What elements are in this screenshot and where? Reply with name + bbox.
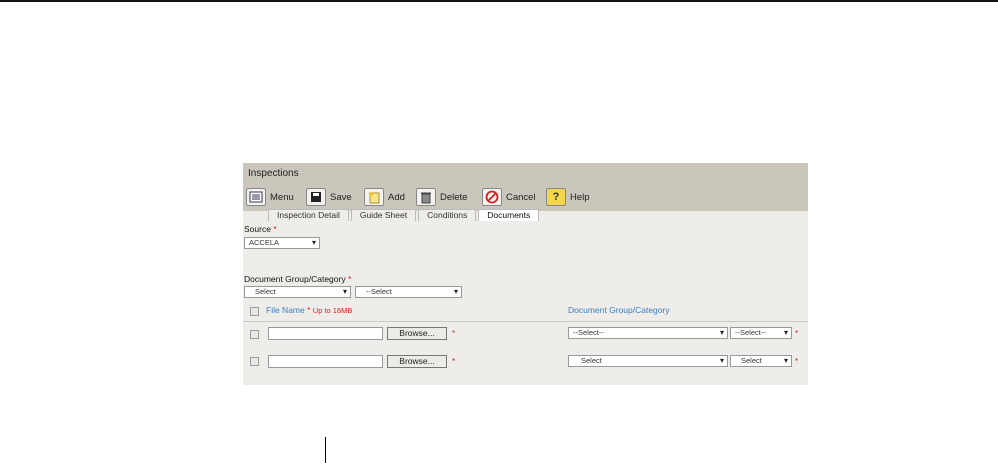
row-group-select[interactable]: Select (568, 355, 728, 367)
table-divider (243, 321, 808, 322)
tab-conditions[interactable]: Conditions (418, 209, 477, 221)
save-icon (306, 188, 326, 206)
category-select[interactable]: --Select (355, 286, 462, 298)
cancel-label: Cancel (506, 191, 536, 203)
help-label: Help (570, 191, 590, 203)
tab-inspection-detail[interactable]: Inspection Detail (268, 209, 349, 221)
cancel-button[interactable]: Cancel (482, 187, 536, 207)
size-limit-note: Up to 16MB (312, 306, 353, 315)
row-category-select[interactable]: Select (730, 355, 792, 367)
browse-button[interactable]: Browse... (387, 355, 447, 368)
file-path-input[interactable] (268, 327, 383, 340)
tab-documents[interactable]: Documents (478, 209, 540, 221)
file-name-header-text: File Name (266, 305, 305, 315)
doc-group-label-text: Document Group/Category (244, 274, 346, 284)
trash-icon (416, 188, 436, 206)
source-label-text: Source (244, 224, 271, 234)
required-mark: * (795, 357, 799, 366)
delete-button[interactable]: Delete (416, 187, 467, 207)
save-button[interactable]: Save (306, 187, 352, 207)
row-checkbox[interactable] (250, 330, 259, 339)
file-name-header: File Name * Up to 16MB (266, 305, 352, 315)
help-button[interactable]: ? Help (546, 187, 590, 207)
browse-button[interactable]: Browse... (387, 327, 447, 340)
tab-strip: Inspection Detail Guide Sheet Conditions… (268, 209, 541, 221)
save-label: Save (330, 191, 352, 203)
required-mark: * (307, 305, 311, 315)
row-category-select[interactable]: --Select-- (730, 327, 792, 339)
toolbar: Menu Save Add Delete Cancel ? Help (243, 185, 808, 211)
tab-guide-sheet[interactable]: Guide Sheet (350, 209, 417, 221)
required-mark: * (452, 329, 456, 338)
file-path-input[interactable] (268, 355, 383, 368)
source-label: Source * (244, 224, 277, 234)
required-mark: * (795, 329, 799, 338)
required-mark: * (347, 274, 352, 284)
required-mark: * (273, 224, 277, 234)
required-mark: * (452, 357, 456, 366)
row-group-select[interactable]: --Select-- (568, 327, 728, 339)
add-label: Add (388, 191, 405, 203)
select-all-checkbox[interactable] (250, 307, 259, 316)
text-cursor-line (325, 437, 326, 463)
window-title: Inspections (248, 168, 299, 179)
group-select[interactable]: Select (244, 286, 351, 298)
delete-label: Delete (440, 191, 468, 203)
row-checkbox[interactable] (250, 357, 259, 366)
top-rule (0, 0, 998, 2)
doc-group-label: Document Group/Category * (244, 274, 351, 284)
menu-label: Menu (270, 191, 294, 203)
menu-icon (246, 188, 266, 206)
inspections-panel: Inspections Menu Save Add Delete Cancel … (243, 163, 808, 385)
menu-button[interactable]: Menu (246, 187, 294, 207)
doc-group-header: Document Group/Category (568, 305, 670, 315)
help-icon: ? (546, 188, 566, 206)
cancel-icon (482, 188, 502, 206)
titlebar: Inspections (243, 163, 808, 185)
add-icon (364, 188, 384, 206)
source-select[interactable]: ACCELA (244, 237, 320, 249)
add-button[interactable]: Add (364, 187, 405, 207)
